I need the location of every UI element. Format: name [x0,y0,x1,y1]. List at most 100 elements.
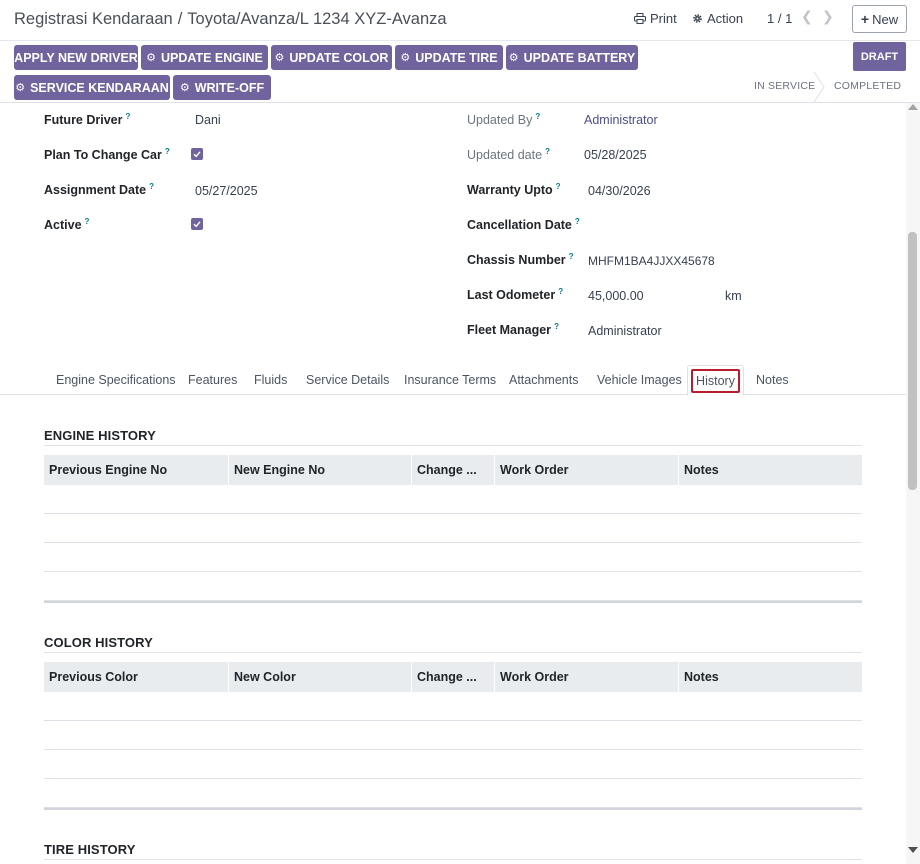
color-history-table-header: Previous Color New Color Change ... Work… [44,662,862,692]
update-battery-label: UPDATE BATTERY [523,50,636,65]
section-divider [44,652,862,653]
new-button[interactable]: + New [852,5,907,33]
engine-history-title: ENGINE HISTORY [44,428,156,443]
help-icon[interactable]: ? [554,322,559,331]
color-history-title: COLOR HISTORY [44,635,153,650]
column-header[interactable]: Work Order [494,455,678,485]
column-header[interactable]: Previous Color [44,662,228,692]
update-battery-button[interactable]: ⚙ UPDATE BATTERY [506,45,638,70]
future-driver-value[interactable]: Dani [195,113,221,127]
tab-service-details[interactable]: Service Details [306,373,389,387]
help-icon[interactable]: ? [556,182,561,191]
status-completed[interactable]: COMPLETED [834,80,901,92]
breadcrumb-current: Toyota/Avanza/L 1234 XYZ-Avanza [187,10,447,28]
gears-icon: ⚙ [15,82,26,94]
table-row [44,543,862,572]
service-kendaraan-button[interactable]: ⚙ SERVICE KENDARAAN [14,75,170,100]
printer-icon [634,13,646,24]
print-button[interactable]: Print [634,11,677,26]
service-kendaraan-label: SERVICE KENDARAAN [30,80,169,95]
scroll-down-arrow-icon[interactable] [908,847,918,853]
table-row [44,514,862,543]
apply-new-driver-button[interactable]: APPLY NEW DRIVER [14,45,138,70]
help-icon[interactable]: ? [569,252,574,261]
gear-icon [693,14,702,23]
table-row [44,779,862,808]
help-icon[interactable]: ? [558,287,563,296]
check-icon [193,221,201,228]
status-draft[interactable]: DRAFT [853,42,906,71]
help-icon[interactable]: ? [85,217,90,226]
update-tire-button[interactable]: ⚙ UPDATE TIRE [395,45,503,70]
plan-to-change-car-checkbox[interactable] [191,148,203,160]
column-header[interactable]: New Color [228,662,411,692]
new-label: New [872,11,899,27]
help-icon[interactable]: ? [535,112,540,121]
tab-history[interactable]: History [691,369,740,393]
tab-fluids[interactable]: Fluids [254,373,287,387]
chevron-left-icon[interactable]: ❮ [801,8,813,25]
warranty-upto-value[interactable]: 04/30/2026 [588,184,651,198]
chevron-right-icon[interactable]: ❯ [822,8,834,25]
table-row [44,485,862,514]
tab-vehicle-images[interactable]: Vehicle Images [597,373,682,387]
updated-by-label: Updated By? [467,112,541,128]
last-odometer-value[interactable]: 45,000.00 [588,289,644,303]
assignment-date-value[interactable]: 05/27/2025 [195,184,258,198]
gears-icon: ⚙ [400,52,411,64]
action-label: Action [707,11,744,26]
scroll-up-arrow-icon[interactable] [908,104,918,110]
breadcrumb: Registrasi Kendaraan / Toyota/Avanza/L 123… [14,10,447,29]
chassis-number-value[interactable]: MHFM1BA4JJXX45678 [588,254,715,268]
control-panel: Registrasi Kendaraan / Toyota/Avanza/L 123… [0,0,920,40]
help-icon[interactable]: ? [575,217,580,226]
notebook-tabs: Engine Specifications Features Fluids Se… [0,365,920,395]
tab-attachments[interactable]: Attachments [509,373,578,387]
gears-icon: ⚙ [179,82,190,94]
tab-notes[interactable]: Notes [756,373,789,387]
cancellation-date-label: Cancellation Date? [467,217,580,233]
fleet-manager-label: Fleet Manager? [467,322,559,338]
active-checkbox[interactable] [191,218,203,230]
update-color-button[interactable]: ⚙ UPDATE COLOR [271,45,392,70]
write-off-button[interactable]: ⚙ WRITE-OFF [173,75,271,100]
fleet-manager-value[interactable]: Administrator [588,324,662,338]
tab-engine-specifications[interactable]: Engine Specifications [56,373,176,387]
column-header[interactable]: Change ... [411,662,494,692]
updated-date-value: 05/28/2025 [584,148,647,162]
assignment-date-label: Assignment Date? [44,182,154,198]
table-footer [44,808,862,810]
action-button[interactable]: Action [692,11,743,26]
status-in-service[interactable]: IN SERVICE [754,80,815,92]
column-header[interactable]: New Engine No [228,455,411,485]
column-header[interactable]: Notes [678,662,862,692]
help-icon[interactable]: ? [165,147,170,156]
engine-history-table-header: Previous Engine No New Engine No Change … [44,455,862,485]
pager-value[interactable]: 1 / 1 [767,11,792,26]
column-header[interactable]: Work Order [494,662,678,692]
update-engine-button[interactable]: ⚙ UPDATE ENGINE [141,45,268,70]
chassis-number-label: Chassis Number? [467,252,574,268]
scrollbar-thumb[interactable] [908,232,917,490]
help-icon[interactable]: ? [545,147,550,156]
future-driver-label: Future Driver? [44,112,131,128]
odometer-unit[interactable]: km [725,289,742,303]
updated-by-value[interactable]: Administrator [584,113,658,127]
table-footer [44,601,862,603]
help-icon[interactable]: ? [126,112,131,121]
update-color-label: UPDATE COLOR [289,50,389,65]
column-header[interactable]: Notes [678,455,862,485]
help-icon[interactable]: ? [149,182,154,191]
breadcrumb-parent-link[interactable]: Registrasi Kendaraan [14,10,173,28]
apply-new-driver-label: APPLY NEW DRIVER [14,50,138,65]
column-header[interactable]: Previous Engine No [44,455,228,485]
active-label: Active? [44,217,90,233]
tab-features[interactable]: Features [188,373,237,387]
tire-history-title: TIRE HISTORY [44,842,136,857]
tab-insurance-terms[interactable]: Insurance Terms [404,373,496,387]
table-row [44,750,862,779]
update-engine-label: UPDATE ENGINE [161,50,263,65]
last-odometer-label: Last Odometer? [467,287,564,303]
column-header[interactable]: Change ... [411,455,494,485]
form-view: Registrasi Kendaraan / Toyota/Avanza/L 123… [0,0,920,864]
